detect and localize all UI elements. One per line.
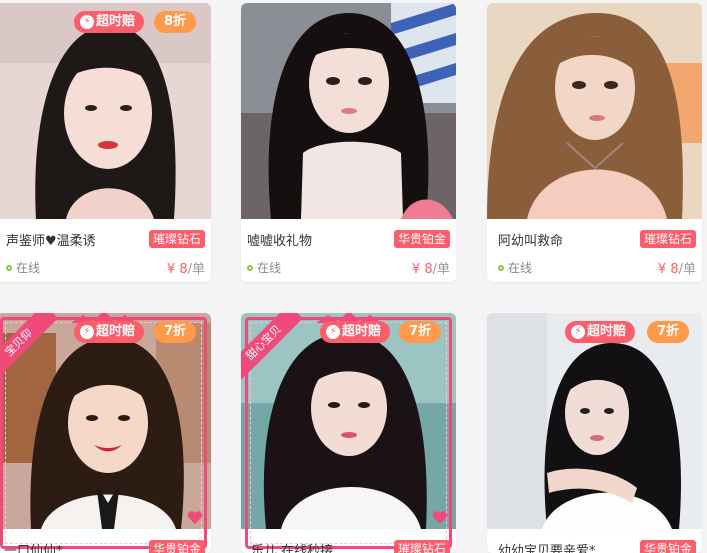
tier-badge: 华贵铂金 [148,540,205,553]
price: ¥ 8/单 [166,262,205,277]
companion-name: 幼幼宝贝要亲爱* [498,544,596,553]
timeout-compensation-badge: ⚡ 超时赔 [74,321,145,343]
discount-badge: 7折 [154,321,197,343]
timeout-compensation-badge: ⚡ 超时赔 [74,11,145,33]
companion-card[interactable]: 甜心宝贝 ⚡ 超时赔 7折 乐儿 在线秒接 璀璨钻石 [241,313,456,553]
discount-badge: 8折 [154,11,197,33]
online-dot-icon [498,264,504,271]
heart-icon [432,511,448,524]
profile-photo [487,313,702,529]
price: ¥ 8/单 [411,262,450,277]
online-status: 在线 [6,259,40,276]
price: ¥ 8/单 [657,262,696,277]
companion-name: 乐儿 在线秒接 [251,544,334,553]
companion-name: 阿幼叫救命 [498,234,564,249]
profile-photo [0,313,211,529]
tier-badge: 华贵铂金 [393,230,450,248]
profile-photo [241,3,456,219]
tier-badge: 璀璨钻石 [393,540,450,553]
companion-name: 一口仙仙* [4,544,63,553]
companion-card[interactable]: ⚡ 超时赔 7折 幼幼宝贝要亲爱* 华贵铂金 [487,313,702,553]
profile-photo [487,3,702,219]
lightning-icon: ⚡ [326,325,340,339]
lightning-icon: ⚡ [80,325,94,339]
tier-badge: 璀璨钻石 [148,230,205,248]
timeout-compensation-badge: ⚡ 超时赔 [565,321,636,343]
discount-badge: 7折 [647,321,690,343]
timeout-compensation-badge: ⚡ 超时赔 [320,321,391,343]
companion-card[interactable]: ⚡ 超时赔 8折 声鉴师♥温柔诱 璀璨钻石 在线 ¥ 8/单 [0,3,211,282]
heart-icon [187,511,203,524]
companion-name: 嘘嘘收礼物 [247,234,313,249]
profile-photo [0,3,211,219]
tier-badge: 璀璨钻石 [639,230,696,248]
lightning-icon: ⚡ [571,325,585,339]
discount-badge: 7折 [399,321,442,343]
online-status: 在线 [498,259,532,276]
lightning-icon: ⚡ [80,15,94,29]
online-dot-icon [6,264,12,271]
online-dot-icon [247,264,253,271]
companion-card[interactable]: 宝贝仰 ⚡ 超时赔 7折 一口仙仙* 华贵铂金 [0,313,211,553]
tier-badge: 华贵铂金 [639,540,696,553]
companion-name: 声鉴师♥温柔诱 [6,234,96,249]
companion-card[interactable]: 嘘嘘收礼物 华贵铂金 在线 ¥ 8/单 [241,3,456,282]
companion-card[interactable]: 阿幼叫救命 璀璨钻石 在线 ¥ 8/单 [487,3,702,282]
online-status: 在线 [247,259,281,276]
